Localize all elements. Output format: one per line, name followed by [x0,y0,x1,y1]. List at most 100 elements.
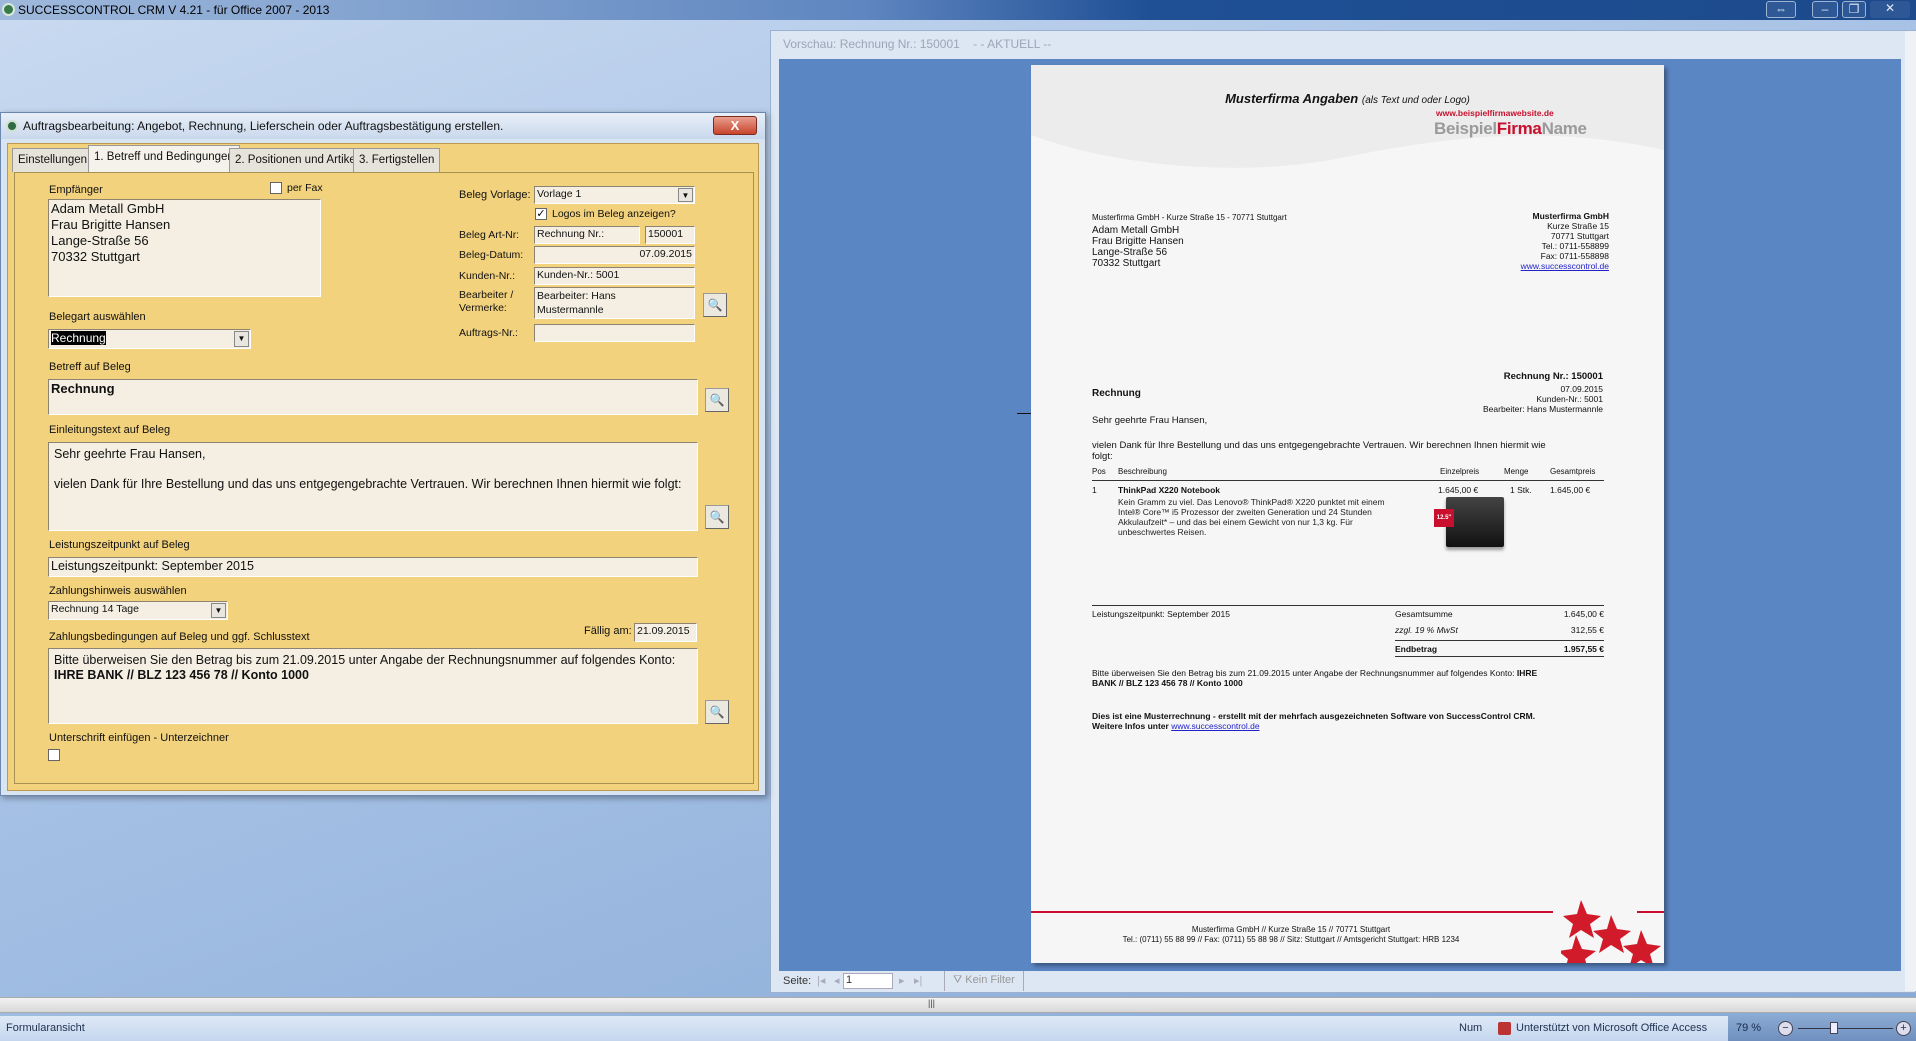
item-description: Kein Gramm zu viel. Das Lenovo® ThinkPad… [1118,497,1385,537]
promo-text: Dies ist eine Musterrechnung - erstellt … [1092,711,1536,731]
doc-subject: Rechnung [1092,388,1141,399]
vertical-scrollbar[interactable] [1905,31,1916,991]
promo-link[interactable]: www.successcontrol.de [1171,721,1259,731]
powered-by: Unterstützt von Microsoft Office Access [1516,1022,1708,1034]
scroll-grip-icon: ||| [928,998,936,1008]
empfaenger-label: Empfänger [49,184,103,196]
dialog-icon [6,120,18,132]
invoice-number: Rechnung Nr.: 150001 [1503,371,1603,382]
horizontal-scrollbar[interactable]: ||| [0,997,1916,1013]
next-page-button[interactable]: ▸ [899,974,905,987]
close-window-button[interactable]: ✕ [1870,1,1910,18]
einleitung-label: Einleitungstext auf Beleg [49,424,171,436]
order-dialog: Auftragsbearbeitung: Angebot, Rechnung, … [0,112,766,796]
beleg-vorlage-label: Beleg Vorlage: [459,189,531,201]
doc-leistung: Leistungszeitpunkt: September 2015 [1092,609,1230,619]
beleg-datum-field[interactable]: 07.09.2015 [534,246,695,264]
doc-greeting: Sehr geehrte Frau Hansen, [1092,415,1208,426]
auftrags-label: Auftrags-Nr.: [459,327,518,339]
app-title: SUCCESSCONTROL CRM V 4.21 - für Office 2… [18,3,330,17]
preview-area: Musterfirma Angaben (als Text und oder L… [779,59,1901,971]
recipient-address: Adam Metall GmbH Frau Brigitte Hansen Lang… [1092,225,1184,269]
empfaenger-field[interactable]: Adam Metall GmbH Frau Brigitte Hansen La… [48,199,321,297]
zoom-slider[interactable] [1798,1028,1893,1029]
lookup-icon[interactable]: 🔍 [705,505,729,529]
tab-betreff[interactable]: 1. Betreff und Bedingungen [88,145,240,173]
minimize-button[interactable]: – [1812,1,1838,18]
first-page-button[interactable]: |◂ [817,974,825,987]
restore-button[interactable]: ❐ [1842,1,1866,18]
close-dialog-button[interactable]: X [713,116,757,135]
beleg-datum-label: Beleg-Datum: [459,249,524,261]
company-link[interactable]: www.successcontrol.de [1521,261,1609,271]
tab-einstellungen[interactable]: Einstellungen [12,148,94,172]
invoice-meta: 07.09.2015 Kunden-Nr.: 5001 Bearbeiter: Ha… [1482,384,1603,414]
beleg-art-field[interactable]: Rechnung Nr.: [534,226,640,244]
betreff-label: Betreff auf Beleg [49,361,131,373]
beleg-nr-field[interactable]: 150001 [645,226,695,244]
zoom-control: 79 % − + [1728,1016,1916,1041]
zahlungshinweis-select[interactable]: Rechnung 14 Tage ▼ [48,601,228,620]
chevron-down-icon: ▼ [234,331,249,347]
beleg-vorlage-select[interactable]: Vorlage 1 ▼ [534,186,695,204]
chevron-down-icon: ▼ [678,188,693,202]
company-logo: BeispielFirmaName [1434,119,1587,138]
zoom-level: 79 % [1736,1022,1762,1034]
belegart-select[interactable]: Rechnung ▼ [48,329,251,349]
footer-line [1031,911,1553,913]
tab-panel: Empfänger per Fax Adam Metall GmbH Frau … [14,172,754,784]
logo-url: www.beispielfirmawebsite.de [1436,108,1554,118]
zoom-out-button[interactable]: − [1778,1021,1793,1036]
preview-window: Vorschau: Rechnung Nr.: 150001 - - AKTUE… [770,30,1916,993]
table-row: 1 ThinkPad X220 Notebook 1.645,00 € 1 St… [1092,485,1604,575]
invoice-page: Musterfirma Angaben (als Text und oder L… [1031,65,1664,963]
bearbeiter-field[interactable]: Bearbeiter: Hans Mustermannle [534,287,695,319]
per-fax-label: per Fax [287,182,323,194]
status-bar: Formularansicht Num Unterstützt von Micr… [0,1016,1916,1041]
doc-footer: Musterfirma GmbH // Kurze Straße 15 // 7… [1122,925,1460,944]
payment-text: Bitte überweisen Sie den Betrag bis zum … [1092,668,1538,688]
app-title-bar: SUCCESSCONTROL CRM V 4.21 - für Office 2… [0,0,1916,20]
filter-button[interactable]: ⛛ Kein Filter [944,971,1024,991]
leistung-field[interactable]: Leistungszeitpunkt: September 2015 [48,557,698,577]
totals-block: Gesamtsumme 1.645,00 € zzgl. 19 % MwSt 312… [1395,609,1604,657]
dialog-title: Auftragsbearbeitung: Angebot, Rechnung, … [1,113,765,139]
zoom-in-button[interactable]: + [1896,1021,1911,1036]
tab-positionen[interactable]: 2. Positionen und Artikel [229,148,365,172]
view-mode: Formularansicht [6,1022,85,1034]
lookup-icon[interactable]: 🔍 [705,388,729,412]
kunden-label: Kunden-Nr.: [459,270,516,282]
page-input[interactable]: 1 [843,973,893,989]
faellig-label: Fällig am: [584,625,632,637]
zoom-slider-thumb[interactable] [1830,1022,1839,1034]
per-fax-checkbox[interactable] [270,182,282,194]
bearbeiter-label: Bearbeiter / Vermerke: [459,289,514,314]
num-lock-indicator: Num [1459,1022,1483,1034]
sender-line: Musterfirma GmbH - Kurze Straße 15 - 707… [1092,213,1287,222]
belegart-label: Belegart auswählen [49,311,146,323]
zahlungshinweis-label: Zahlungshinweis auswählen [49,585,187,597]
doc-intro: vielen Dank für Ihre Bestellung und das … [1092,440,1546,462]
beleg-art-label: Beleg Art-Nr: [459,229,520,241]
company-address: Musterfirma GmbH Kurze Straße 15 70771 Stu… [1520,211,1609,271]
faellig-field[interactable]: 21.09.2015 [634,623,697,642]
product-image: 12.5" [1434,497,1504,547]
chevron-down-icon: ▼ [211,603,226,618]
last-page-button[interactable]: ▸| [914,974,922,987]
lookup-icon[interactable]: 🔍 [705,700,729,724]
zahlungsbed-field[interactable]: Bitte überweisen Sie den Betrag bis zum … [48,648,698,724]
leistung-label: Leistungszeitpunkt auf Beleg [49,539,190,551]
einleitung-field[interactable]: Sehr geehrte Frau Hansen, vielen Dank fü… [48,442,698,531]
kunden-field[interactable]: Kunden-Nr.: 5001 [534,267,695,285]
auftrags-field[interactable] [534,324,695,342]
resize-icon[interactable]: ⇔ [1766,1,1796,18]
lookup-icon[interactable]: 🔍 [703,293,727,317]
unterschrift-checkbox[interactable] [48,749,60,761]
zahlungsbed-label: Zahlungsbedingungen auf Beleg und ggf. S… [49,631,310,643]
doc-header: Musterfirma Angaben (als Text und oder L… [1225,91,1470,106]
stars-logo [1561,900,1661,963]
tab-fertigstellen[interactable]: 3. Fertigstellen [353,148,441,172]
prev-page-button[interactable]: ◂ [834,974,840,987]
logos-checkbox[interactable]: ✓ [535,208,547,220]
betreff-field[interactable]: Rechnung [48,379,698,415]
